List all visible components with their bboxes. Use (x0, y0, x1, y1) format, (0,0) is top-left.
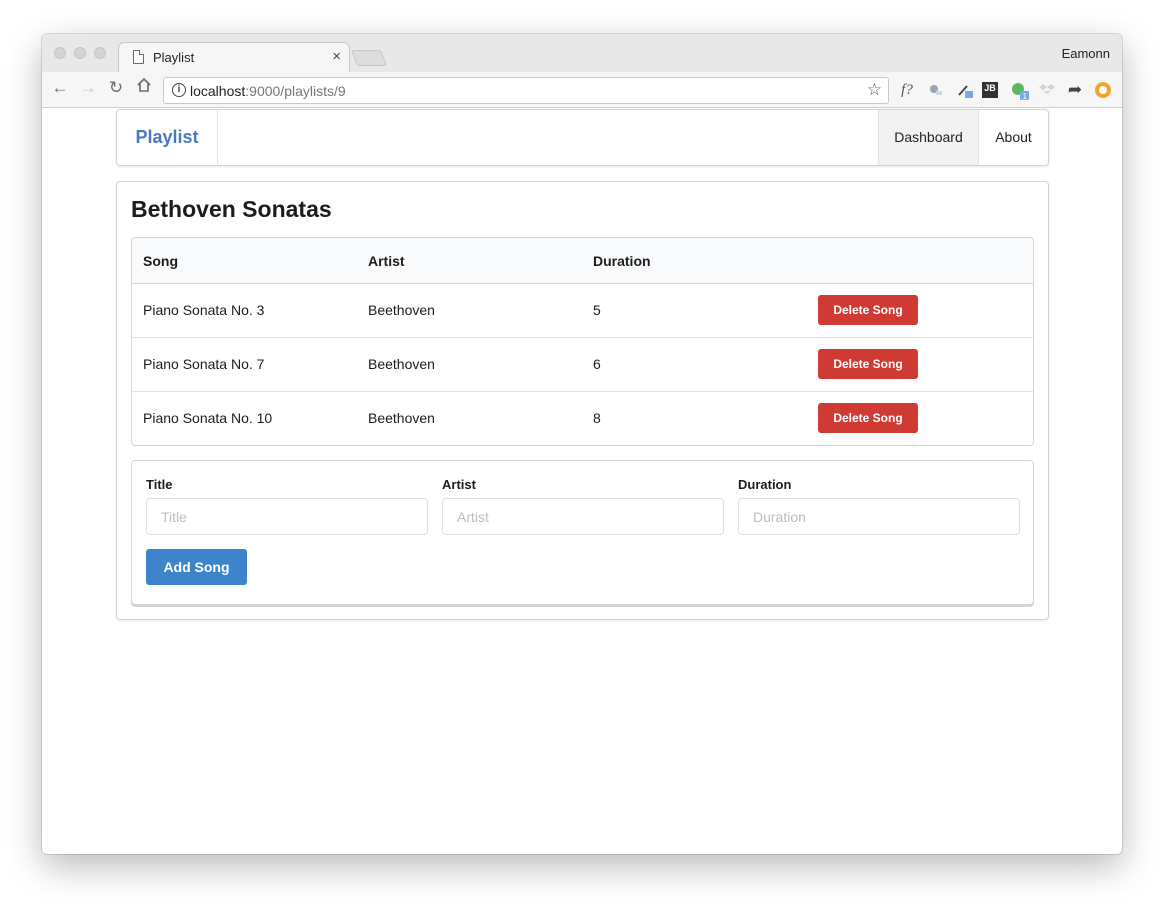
reload-icon[interactable]: ↻ (105, 78, 127, 98)
song-artist: Beethoven (368, 356, 435, 372)
table-row: Piano Sonata No. 10 Beethoven 8 Delete S… (132, 392, 1033, 445)
forward-icon[interactable]: → (77, 78, 99, 98)
table-row: Piano Sonata No. 7 Beethoven 6 Delete So… (132, 338, 1033, 392)
nav-dashboard[interactable]: Dashboard (878, 110, 978, 165)
page-title: Bethoven Sonatas (131, 196, 332, 222)
title-bar: Playlist × Eamonn (42, 34, 1122, 72)
column-header-artist: Artist (368, 253, 405, 269)
song-title: Piano Sonata No. 7 (143, 356, 265, 372)
browser-window: Playlist × Eamonn ← → ↻ i localhost:9000… (42, 34, 1122, 854)
tab-close-icon[interactable]: × (332, 48, 341, 65)
nav-about[interactable]: About (978, 110, 1048, 165)
svg-text:1: 1 (1023, 92, 1028, 101)
add-song-button[interactable]: Add Song (146, 549, 247, 585)
satellite-extension-icon[interactable] (926, 81, 944, 99)
tab-title: Playlist (153, 50, 195, 65)
title-input[interactable] (146, 498, 428, 535)
artist-label: Artist (442, 477, 476, 492)
url-text[interactable]: localhost:9000/playlists/9 (190, 83, 346, 99)
song-duration: 5 (593, 302, 601, 318)
title-label: Title (146, 477, 173, 492)
table-row: Piano Sonata No. 3 Beethoven 5 Delete So… (132, 284, 1033, 338)
zoom-window-button[interactable] (94, 47, 106, 59)
add-song-form: Title Artist Duration Add Song (131, 460, 1034, 605)
table-header: Song Artist Duration (132, 238, 1033, 284)
songs-table: Song Artist Duration Piano Sonata No. 3 … (131, 237, 1034, 446)
profile-name[interactable]: Eamonn (1062, 46, 1110, 61)
song-artist: Beethoven (368, 302, 435, 318)
browser-tab[interactable]: Playlist × (118, 42, 350, 72)
column-header-song: Song (143, 253, 178, 269)
song-artist: Beethoven (368, 410, 435, 426)
share-icon[interactable]: ➦ (1066, 81, 1084, 99)
star-icon[interactable]: ☆ (867, 80, 882, 100)
column-header-duration: Duration (593, 253, 651, 269)
artist-input[interactable] (442, 498, 724, 535)
song-title: Piano Sonata No. 10 (143, 410, 273, 426)
green-extension-icon[interactable]: 1 (1010, 81, 1029, 101)
top-menu: Playlist Dashboard About (116, 109, 1049, 166)
delete-song-button[interactable]: Delete Song (818, 349, 918, 379)
song-duration: 6 (593, 356, 601, 372)
page-viewport: Playlist Dashboard About Bethoven Sonata… (42, 109, 1122, 854)
eyedropper-extension-icon[interactable] (956, 81, 974, 99)
delete-song-button[interactable]: Delete Song (818, 403, 918, 433)
delete-song-button[interactable]: Delete Song (818, 295, 918, 325)
back-icon[interactable]: ← (49, 78, 71, 98)
dropbox-extension-icon[interactable] (1038, 81, 1056, 99)
document-icon (133, 50, 144, 64)
duration-label: Duration (738, 477, 792, 492)
song-duration: 8 (593, 410, 601, 426)
song-title: Piano Sonata No. 3 (143, 302, 265, 318)
address-bar[interactable]: i localhost:9000/playlists/9 ☆ (163, 77, 889, 104)
minimize-window-button[interactable] (74, 47, 86, 59)
formula-extension-icon[interactable]: f? (898, 81, 916, 99)
orange-extension-icon[interactable] (1094, 81, 1112, 99)
jetbrains-extension-icon[interactable]: JB (982, 82, 998, 98)
new-tab-button[interactable] (351, 50, 387, 66)
browser-toolbar: ← → ↻ i localhost:9000/playlists/9 ☆ f? … (42, 72, 1122, 108)
close-window-button[interactable] (54, 47, 66, 59)
info-icon[interactable]: i (172, 83, 186, 97)
duration-input[interactable] (738, 498, 1020, 535)
brand-link[interactable]: Playlist (117, 110, 218, 165)
home-icon[interactable] (133, 77, 155, 98)
playlist-card: Bethoven Sonatas Song Artist Duration Pi… (116, 181, 1049, 620)
